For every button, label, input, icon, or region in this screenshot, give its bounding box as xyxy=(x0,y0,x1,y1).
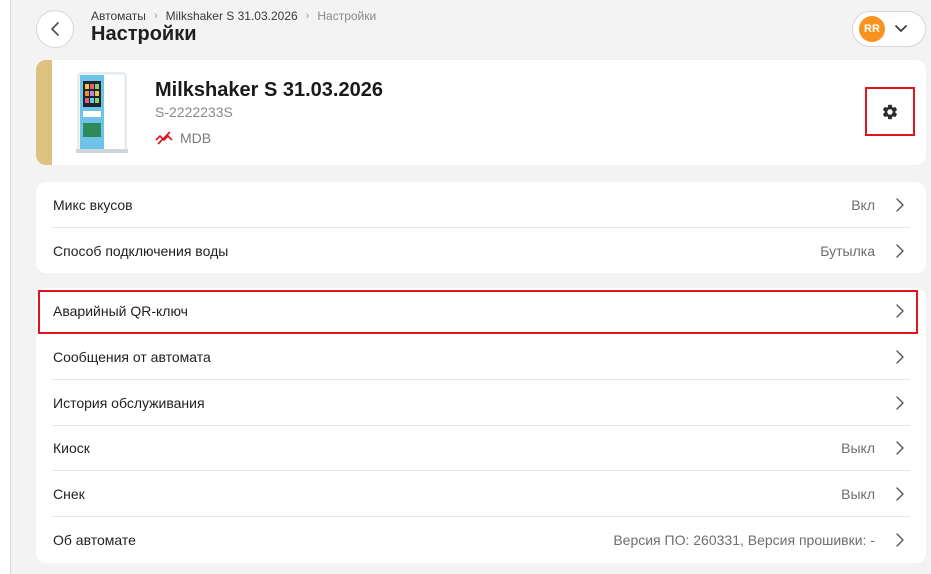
chevron-right-icon xyxy=(896,487,904,501)
user-menu-button[interactable]: RR xyxy=(852,11,926,47)
setting-emergency-qr-key[interactable]: Аварийный QR-ключ xyxy=(36,288,926,334)
chevron-right-icon xyxy=(896,350,904,364)
setting-label: Снек xyxy=(53,486,85,503)
no-connection-icon xyxy=(155,131,173,145)
setting-label: Способ подключения воды xyxy=(53,242,229,259)
device-accent-bar xyxy=(36,60,52,165)
setting-value: Вкл xyxy=(851,197,875,213)
breadcrumb-item-current: Настройки xyxy=(317,9,377,23)
breadcrumb-item-machines[interactable]: Автоматы xyxy=(91,9,146,23)
device-name: Milkshaker S 31.03.2026 xyxy=(155,79,383,101)
setting-machine-messages[interactable]: Сообщения от автомата xyxy=(36,334,926,380)
setting-value: Выкл xyxy=(841,440,875,457)
setting-label: Микс вкусов xyxy=(53,197,133,213)
avatar: RR xyxy=(859,16,885,42)
setting-value: Выкл xyxy=(841,486,875,503)
settings-group-other: Аварийный QR-ключ Сообщения от автомата Ис… xyxy=(36,288,926,563)
setting-flavor-mix[interactable]: Микс вкусов Вкл xyxy=(36,182,926,228)
chevron-right-icon xyxy=(896,533,904,547)
setting-label: Аварийный QR-ключ xyxy=(53,303,188,319)
chevron-left-icon xyxy=(51,22,59,36)
setting-kiosk[interactable]: Киоск Выкл xyxy=(36,425,926,472)
device-serial: S-2222233S xyxy=(155,104,233,120)
vending-machine-image xyxy=(76,72,128,153)
back-button[interactable] xyxy=(36,10,74,48)
chevron-right-icon xyxy=(896,441,904,456)
chevron-right-icon xyxy=(896,395,904,410)
setting-label: Киоск xyxy=(53,440,90,457)
setting-water-connection[interactable]: Способ подключения воды Бутылка xyxy=(36,228,926,274)
gear-icon xyxy=(882,104,898,119)
chevron-right-icon xyxy=(896,304,904,318)
setting-label: Об автомате xyxy=(53,532,136,548)
setting-snack[interactable]: Снек Выкл xyxy=(36,471,926,518)
device-card: Milkshaker S 31.03.2026 S-2222233S MDB xyxy=(36,60,926,165)
left-panel-edge xyxy=(0,0,11,574)
page-title: Настройки xyxy=(91,23,197,45)
chevron-right-icon: › xyxy=(153,10,158,22)
settings-group-main: Микс вкусов Вкл Способ подключения воды Бут… xyxy=(36,182,926,273)
chevron-right-icon xyxy=(896,198,904,212)
setting-about-machine[interactable]: Об автомате Версия ПО: 260331, Версия про… xyxy=(36,517,926,563)
setting-value: Версия ПО: 260331, Версия прошивки: - xyxy=(613,532,875,548)
device-settings-button[interactable] xyxy=(865,87,915,136)
setting-label: Сообщения от автомата xyxy=(53,348,211,365)
chevron-right-icon xyxy=(896,243,904,258)
setting-label: История обслуживания xyxy=(53,394,205,411)
setting-service-history[interactable]: История обслуживания xyxy=(36,380,926,426)
payment-status: MDB xyxy=(155,130,211,146)
breadcrumb: Автоматы › Milkshaker S 31.03.2026 › Нас… xyxy=(91,9,376,23)
breadcrumb-item-machine[interactable]: Milkshaker S 31.03.2026 xyxy=(166,9,298,23)
chevron-right-icon: › xyxy=(305,10,310,22)
chevron-down-icon xyxy=(895,25,907,32)
setting-value: Бутылка xyxy=(820,242,875,259)
payment-label: MDB xyxy=(180,130,212,146)
